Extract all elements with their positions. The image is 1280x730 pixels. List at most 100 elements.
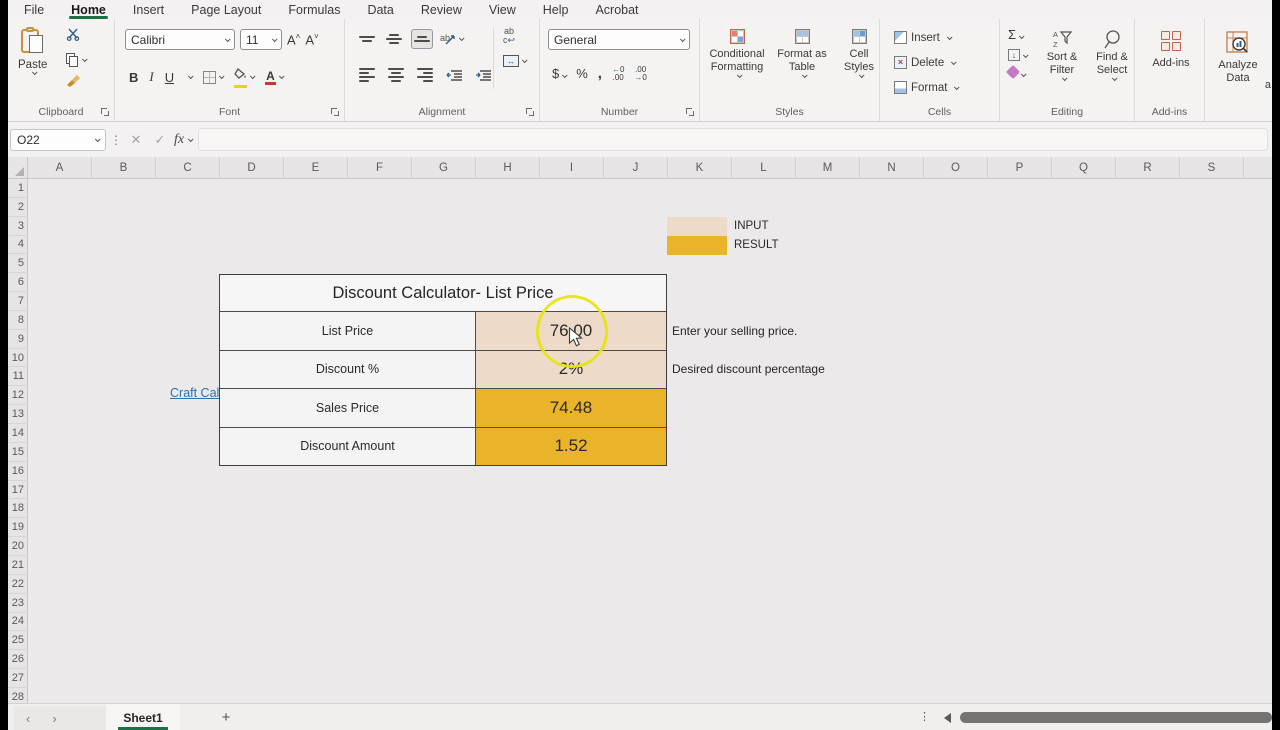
conditional-formatting-button[interactable]: Conditional Formatting: [706, 29, 768, 78]
underline-button[interactable]: U: [165, 70, 174, 85]
fill-button[interactable]: ↓: [1008, 47, 1027, 61]
font-name-combo[interactable]: Calibri: [125, 29, 235, 50]
column-header-R[interactable]: R: [1116, 157, 1180, 179]
find-select-button[interactable]: Find & Select: [1090, 29, 1134, 81]
column-header-N[interactable]: N: [860, 157, 924, 179]
menu-tab-page-layout[interactable]: Page Layout: [191, 0, 261, 19]
borders-button[interactable]: [203, 71, 223, 84]
wrap-text-button[interactable]: ab c↩: [503, 27, 515, 45]
insert-function-button[interactable]: fx: [174, 132, 184, 148]
align-middle-button[interactable]: [384, 29, 404, 49]
column-header-I[interactable]: I: [540, 157, 604, 179]
clipboard-dialog-launcher-icon[interactable]: [101, 108, 109, 116]
menu-tab-view[interactable]: View: [489, 0, 516, 19]
menu-tab-review[interactable]: Review: [421, 0, 462, 19]
cell-styles-button[interactable]: Cell Styles: [836, 29, 882, 78]
number-format-combo[interactable]: General: [548, 29, 690, 50]
row-header-3[interactable]: 3: [8, 217, 28, 236]
increase-indent-button[interactable]: [473, 65, 493, 85]
prev-sheet-button[interactable]: ‹: [26, 711, 30, 726]
comma-button[interactable]: ,: [598, 65, 602, 82]
bold-button[interactable]: B: [129, 70, 138, 85]
increase-decimal-button[interactable]: ←0.00: [612, 66, 624, 82]
number-dialog-launcher-icon[interactable]: [686, 108, 694, 116]
underline-chevron-icon[interactable]: [188, 73, 194, 79]
align-left-button[interactable]: [357, 65, 377, 85]
cell-discount-amount-value[interactable]: 1.52: [475, 428, 666, 466]
font-size-combo[interactable]: 11: [240, 29, 282, 50]
scrollbar-resize-handle-icon[interactable]: ⋮: [919, 710, 930, 723]
menu-tab-file[interactable]: File: [24, 0, 44, 19]
font-color-button[interactable]: A: [265, 70, 283, 85]
column-header-K[interactable]: K: [668, 157, 732, 179]
grow-font-button[interactable]: A˄: [287, 32, 300, 47]
row-header-14[interactable]: 14: [8, 424, 28, 443]
row-header-12[interactable]: 12: [8, 386, 28, 405]
sort-filter-button[interactable]: AZ Sort & Filter: [1040, 29, 1084, 81]
fill-color-button[interactable]: [234, 66, 254, 88]
column-header-J[interactable]: J: [604, 157, 668, 179]
format-cells-button[interactable]: Format: [894, 78, 958, 97]
insert-cells-button[interactable]: Insert: [894, 28, 958, 47]
shrink-font-button[interactable]: A˅: [305, 32, 318, 47]
column-header-A[interactable]: A: [28, 157, 92, 179]
currency-button[interactable]: $: [552, 66, 566, 81]
font-dialog-launcher-icon[interactable]: [331, 108, 339, 116]
sheet-tab-sheet1[interactable]: Sheet1: [106, 704, 180, 730]
row-header-23[interactable]: 23: [8, 594, 28, 613]
orientation-button[interactable]: ab: [440, 32, 463, 46]
column-header-C[interactable]: C: [156, 157, 220, 179]
row-header-1[interactable]: 1: [8, 179, 28, 198]
column-header-P[interactable]: P: [988, 157, 1052, 179]
row-header-21[interactable]: 21: [8, 556, 28, 575]
paste-button[interactable]: Paste: [18, 27, 47, 75]
column-header-B[interactable]: B: [92, 157, 156, 179]
align-right-button[interactable]: [415, 65, 435, 85]
row-header-25[interactable]: 25: [8, 631, 28, 650]
analyze-data-button[interactable]: Analyze Data: [1213, 31, 1263, 85]
scroll-left-arrow-icon[interactable]: [944, 713, 951, 723]
format-painter-button[interactable]: [66, 74, 81, 92]
column-header-O[interactable]: O: [924, 157, 988, 179]
column-header-L[interactable]: L: [732, 157, 796, 179]
menu-tab-acrobat[interactable]: Acrobat: [595, 0, 638, 19]
row-header-2[interactable]: 2: [8, 198, 28, 217]
column-header-S[interactable]: S: [1180, 157, 1244, 179]
align-bottom-button[interactable]: [411, 29, 433, 49]
column-header-G[interactable]: G: [412, 157, 476, 179]
alignment-dialog-launcher-icon[interactable]: [526, 108, 534, 116]
menu-tab-data[interactable]: Data: [367, 0, 393, 19]
row-header-17[interactable]: 17: [8, 481, 28, 500]
column-header-T[interactable]: T: [1244, 157, 1272, 179]
add-sheet-button[interactable]: +: [216, 704, 236, 730]
row-header-13[interactable]: 13: [8, 405, 28, 424]
percent-button[interactable]: %: [576, 66, 588, 81]
next-sheet-button[interactable]: ›: [52, 711, 56, 726]
row-header-15[interactable]: 15: [8, 443, 28, 462]
column-header-D[interactable]: D: [220, 157, 284, 179]
decrease-decimal-button[interactable]: .00→0: [634, 66, 646, 82]
menu-tab-insert[interactable]: Insert: [133, 0, 164, 19]
clear-button[interactable]: [1008, 66, 1027, 80]
row-header-24[interactable]: 24: [8, 613, 28, 632]
select-all-corner[interactable]: [8, 157, 28, 179]
row-header-4[interactable]: 4: [8, 236, 28, 255]
merge-center-button[interactable]: ↔: [503, 55, 526, 67]
cut-button[interactable]: [66, 27, 82, 46]
name-box[interactable]: O22: [10, 129, 106, 151]
delete-cells-button[interactable]: ×Delete: [894, 53, 958, 72]
enter-button[interactable]: ✓: [150, 132, 170, 148]
row-header-18[interactable]: 18: [8, 499, 28, 518]
column-header-H[interactable]: H: [476, 157, 540, 179]
align-top-button[interactable]: [357, 29, 377, 49]
row-header-9[interactable]: 9: [8, 330, 28, 349]
row-header-6[interactable]: 6: [8, 273, 28, 292]
addins-button[interactable]: Add-ins: [1149, 31, 1193, 70]
column-header-F[interactable]: F: [348, 157, 412, 179]
cancel-button[interactable]: ✕: [126, 132, 146, 148]
formula-bar-handle-icon[interactable]: ⋮: [110, 133, 122, 147]
row-header-16[interactable]: 16: [8, 462, 28, 481]
row-header-11[interactable]: 11: [8, 368, 28, 387]
sheet-grid[interactable]: 1234567891011121314151617181920212223242…: [8, 179, 1272, 703]
row-header-19[interactable]: 19: [8, 518, 28, 537]
